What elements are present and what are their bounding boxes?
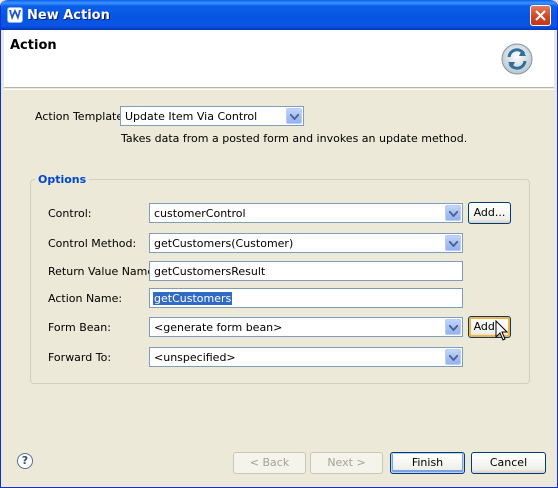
chevron-down-icon[interactable] [445, 319, 461, 335]
title-bar[interactable]: New Action [1, 0, 557, 30]
close-icon [535, 10, 546, 21]
chevron-down-icon[interactable] [445, 205, 461, 221]
action-template-value: Update Item Via Control [125, 110, 258, 123]
control-method-value: getCustomers(Customer) [154, 237, 294, 250]
forward-to-label: Forward To: [48, 351, 112, 364]
action-name-value: getCustomers [153, 292, 233, 305]
chevron-down-icon[interactable] [445, 235, 461, 251]
form-bean-label: Form Bean: [48, 321, 111, 334]
add-control-button[interactable]: Add... [468, 202, 511, 224]
form-bean-select[interactable]: <generate form bean> [149, 317, 463, 337]
action-template-label: Action Template: [35, 110, 127, 123]
cancel-button[interactable]: Cancel [471, 452, 546, 474]
new-action-dialog: New Action Action Action Template: Updat… [0, 0, 558, 488]
action-template-description: Takes data from a posted form and invoke… [121, 132, 468, 145]
options-group-title: Options [35, 173, 90, 186]
banner-divider [4, 89, 554, 90]
chevron-down-icon[interactable] [445, 349, 461, 365]
control-label: Control: [48, 207, 92, 220]
control-method-select[interactable]: getCustomers(Customer) [149, 233, 463, 253]
close-button[interactable] [530, 5, 551, 26]
mouse-cursor-icon [495, 320, 509, 341]
form-bean-value: <generate form bean> [154, 321, 283, 334]
return-value-name-value: getCustomersResult [154, 265, 266, 278]
control-select[interactable]: customerControl [149, 203, 463, 223]
action-name-field[interactable]: getCustomers [149, 288, 463, 308]
forward-to-value: <unspecified> [154, 351, 236, 364]
page-title: Action [10, 38, 57, 53]
refresh-arrows-icon [500, 42, 534, 76]
next-button[interactable]: Next > [310, 452, 383, 474]
forward-to-select[interactable]: <unspecified> [149, 347, 463, 367]
action-template-select[interactable]: Update Item Via Control [120, 106, 304, 126]
control-method-label: Control Method: [48, 237, 137, 250]
back-button[interactable]: < Back [233, 452, 306, 474]
chevron-down-icon[interactable] [286, 108, 302, 124]
control-value: customerControl [154, 207, 246, 220]
return-value-name-field[interactable]: getCustomersResult [149, 261, 463, 281]
action-name-label: Action Name: [48, 292, 123, 305]
help-icon[interactable]: ? [17, 453, 33, 469]
wizard-banner: Action [4, 30, 554, 88]
finish-button[interactable]: Finish [390, 452, 465, 474]
app-icon [7, 7, 23, 23]
return-value-name-label: Return Value Name: [48, 265, 158, 278]
window-title: New Action [27, 8, 110, 23]
